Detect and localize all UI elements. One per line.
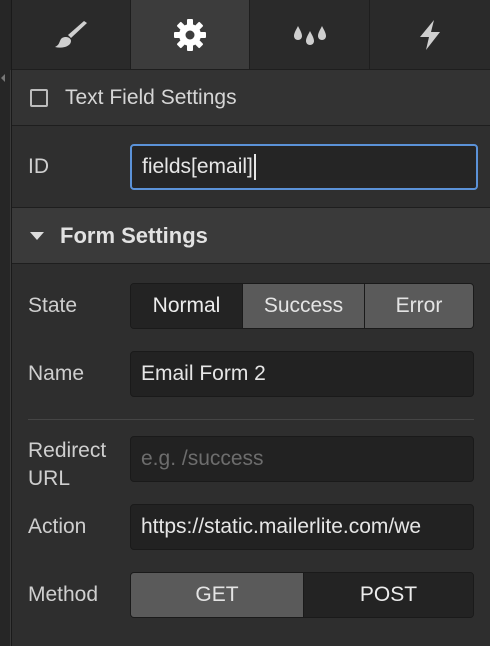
- text-field-settings-header: Text Field Settings: [12, 70, 490, 126]
- state-row: State Normal Success Error: [12, 282, 490, 330]
- collapse-caret-icon[interactable]: [1, 74, 5, 82]
- id-row: ID fields[email]: [12, 126, 490, 208]
- id-input-value: fields[email]: [142, 154, 253, 178]
- lightning-icon: [420, 19, 440, 50]
- tab-settings[interactable]: [131, 0, 250, 69]
- name-row: Name Email Form 2: [12, 350, 490, 398]
- tab-lightning[interactable]: [370, 0, 490, 69]
- form-divider: [28, 419, 474, 420]
- method-label: Method: [28, 583, 99, 606]
- panel-tabs: [12, 0, 490, 70]
- canvas-edge-strip: [0, 0, 12, 646]
- form-settings-body: State Normal Success Error Name Email Fo…: [12, 264, 490, 619]
- id-label: ID: [28, 154, 49, 178]
- tab-style[interactable]: [12, 0, 131, 69]
- method-option-post[interactable]: POST: [303, 573, 473, 617]
- checkbox-icon: [30, 88, 48, 107]
- redirect-label-line1: Redirect: [28, 439, 107, 462]
- triangle-down-icon: [30, 231, 44, 240]
- redirect-label-line2: URL: [28, 467, 71, 490]
- method-segmented-control: GET POST: [130, 572, 474, 618]
- name-input[interactable]: Email Form 2: [130, 351, 474, 397]
- name-label: Name: [28, 362, 85, 385]
- state-segmented-control: Normal Success Error: [130, 283, 474, 329]
- state-label: State: [28, 294, 78, 317]
- brush-icon: [55, 20, 87, 48]
- redirect-label: Redirect URL: [12, 437, 130, 493]
- settings-panel: Text Field Settings ID fields[email] For…: [12, 0, 490, 646]
- strip-divider: [10, 70, 11, 646]
- text-field-settings-title: Text Field Settings: [65, 85, 237, 109]
- method-option-get[interactable]: GET: [131, 573, 303, 617]
- form-settings-header[interactable]: Form Settings: [12, 208, 490, 264]
- redirect-url-input[interactable]: e.g. /success: [130, 436, 474, 482]
- text-cursor: [253, 153, 256, 180]
- droplets-icon: [293, 25, 326, 45]
- tab-interactions[interactable]: [250, 0, 370, 69]
- state-option-error[interactable]: Error: [364, 284, 473, 328]
- state-option-normal[interactable]: Normal: [131, 284, 242, 328]
- action-label: Action: [28, 515, 87, 538]
- form-settings-title: Form Settings: [60, 222, 208, 248]
- state-option-success[interactable]: Success: [242, 284, 364, 328]
- redirect-row: Redirect URL e.g. /success: [12, 429, 490, 501]
- id-input[interactable]: fields[email]: [130, 143, 478, 190]
- gear-icon: [174, 18, 206, 51]
- action-row: Action https://static.mailerlite.com/we: [12, 503, 490, 551]
- method-row: Method GET POST: [12, 571, 490, 619]
- action-input[interactable]: https://static.mailerlite.com/we: [130, 504, 474, 550]
